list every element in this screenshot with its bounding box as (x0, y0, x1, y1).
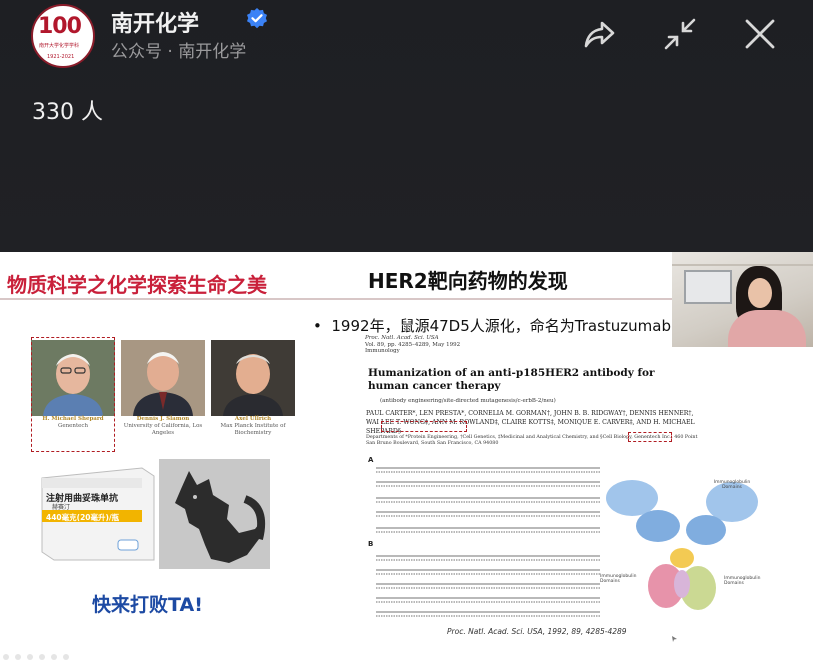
scientist-affiliation: University of California, Los Angeles (123, 423, 203, 436)
presentation-slide[interactable]: 物质科学之化学探索生命之美 HER2靶向药物的发现 • 1992年，鼠源47D5… (0, 252, 813, 661)
call-to-action: 快来打败TA! (92, 594, 203, 616)
scientist-name: Axel Ullrich (234, 416, 272, 422)
antibody-label-right: Immunoglobulin Domains (724, 576, 761, 586)
account-name[interactable]: 南开化学 (111, 6, 199, 38)
presenter-body (728, 310, 806, 347)
paper-header: Proc. Natl. Acad. Sci. USA Vol. 89, pp. … (365, 335, 685, 355)
presenter-webcam[interactable] (672, 252, 813, 347)
live-header: 100 南开大学化学学科 1921-2021 南开化学 公众号 · 南开化学 3… (0, 0, 813, 252)
presenter-face (748, 278, 772, 308)
paper-keywords: (antibody engineering/site-directed muta… (380, 398, 556, 404)
wolf-silhouette-image (159, 459, 270, 569)
drug-brand: 赫赛汀 (52, 504, 71, 511)
slide-course-title: 物质科学之化学探索生命之美 (7, 273, 267, 297)
antibody-label-top: Immunoglobulin Domains (713, 480, 751, 490)
scientist-name: Dennis J. Slamon (136, 416, 190, 422)
drug-dose: 440毫克(20毫升)/瓶 (46, 513, 120, 522)
webcam-shelf (672, 264, 813, 266)
highlight-box-author (381, 421, 467, 432)
paper-title: Humanization of an anti-p185HER2 antibod… (368, 367, 655, 392)
close-icon[interactable] (740, 14, 780, 54)
title-divider (0, 298, 680, 300)
highlight-box-genentech (628, 432, 672, 442)
scientist-photo-ullrich (211, 340, 295, 416)
account-subtitle: 公众号 · 南开化学 (111, 42, 247, 62)
avatar-logo-number: 100 (38, 14, 82, 39)
paper-section: Immunology (365, 348, 400, 354)
verified-icon (247, 8, 267, 29)
antibody-label-left: Immunoglobulin Domains (600, 574, 637, 584)
slide-main-title: HER2靶向药物的发现 (368, 269, 568, 293)
scientist-affiliation: Max Planck Institute of Biochemistry (220, 423, 286, 436)
panel-label-a: A (368, 456, 374, 464)
avatar-logo-years: 1921-2021 (47, 54, 75, 60)
paper-citation: Proc. Natl. Acad. Sci. USA, 1992, 89, 42… (447, 627, 627, 636)
account-avatar[interactable]: 100 南开大学化学学科 1921-2021 (31, 4, 95, 68)
viewer-count: 330 人 (32, 100, 103, 125)
scientist-caption-slamon: Dennis J. Slamon University of Californi… (121, 416, 205, 450)
minimize-icon[interactable] (660, 14, 700, 54)
scientist-caption-ullrich: Axel Ullrich Max Planck Institute of Bio… (211, 416, 295, 450)
sequence-alignment-figure (376, 467, 600, 617)
share-icon[interactable] (580, 14, 620, 54)
scientist-photo-slamon (121, 340, 205, 416)
avatar-logo-subtitle: 南开大学化学学科 (39, 43, 80, 49)
slide-progress-dots (3, 654, 69, 660)
highlight-box-shepard (31, 337, 115, 452)
mouse-cursor-icon (672, 636, 677, 642)
webcam-monitor (684, 270, 732, 304)
panel-label-b: B (368, 540, 374, 548)
antibody-structure-image (606, 480, 758, 610)
herceptin-drug-box: 注射用曲妥珠单抗 赫赛汀 440毫克(20毫升)/瓶 (38, 464, 156, 564)
slide-bullet: • 1992年，鼠源47D5人源化，命名为Trastuzumab (313, 317, 671, 335)
